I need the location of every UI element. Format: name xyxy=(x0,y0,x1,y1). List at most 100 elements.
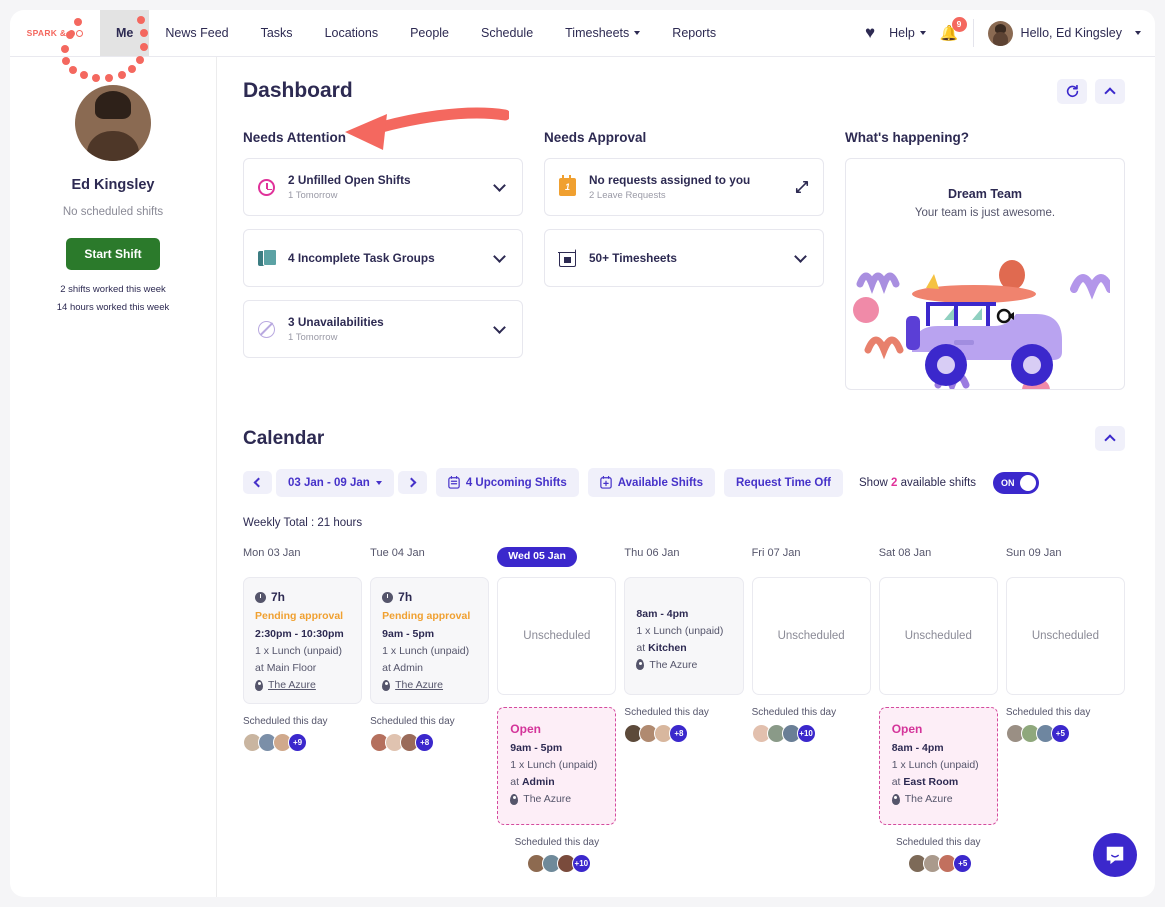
scheduled-this-day: Scheduled this day +10 xyxy=(752,707,871,743)
chevron-down-icon[interactable] xyxy=(493,250,506,263)
shift-area: at Main Floor xyxy=(255,662,350,674)
chat-widget-button[interactable] xyxy=(1093,833,1137,877)
nav-item-me[interactable]: Me xyxy=(100,10,149,56)
app-logo[interactable]: SPARK & xyxy=(10,10,100,56)
dashboard-header-buttons xyxy=(1057,79,1125,104)
scheduled-label: Scheduled this day xyxy=(1006,707,1125,718)
nav-item-tasks[interactable]: Tasks xyxy=(245,10,309,56)
area-name: East Room xyxy=(903,776,958,788)
notifications-button[interactable]: 🔔 9 xyxy=(940,24,959,43)
available-shifts-button[interactable]: Available Shifts xyxy=(588,468,715,497)
avatar-overflow-count[interactable]: +8 xyxy=(415,733,434,752)
help-menu[interactable]: Help xyxy=(889,26,926,40)
day-label: Sun 09 Jan xyxy=(1006,547,1125,567)
expand-icon[interactable] xyxy=(795,180,809,194)
chevron-down-icon xyxy=(1135,31,1141,35)
calendar-orange-icon xyxy=(559,178,589,196)
needs-attention-column: Needs Attention 2 Unfilled Open Shifts 1… xyxy=(243,130,523,390)
available-shifts-label: Available Shifts xyxy=(618,477,703,489)
shift-card-unscheduled[interactable]: Unscheduled xyxy=(752,577,871,695)
top-navigation-bar: SPARK & Me News Feed Tasks Locations Peo… xyxy=(10,10,1155,57)
nav-item-locations[interactable]: Locations xyxy=(309,10,395,56)
nav-label: People xyxy=(410,26,449,40)
chevron-down-icon[interactable] xyxy=(794,250,807,263)
scheduled-this-day: Scheduled this day +10 xyxy=(497,837,616,873)
previous-week-button[interactable] xyxy=(243,471,272,494)
shift-card[interactable]: 8am - 4pm 1 x Lunch (unpaid) at Kitchen … xyxy=(624,577,743,695)
date-range-selector[interactable]: 03 Jan - 09 Jan xyxy=(276,469,394,497)
user-menu[interactable]: Hello, Ed Kingsley xyxy=(988,21,1141,46)
chevron-down-icon[interactable] xyxy=(493,321,506,334)
shift-location[interactable]: The Azure xyxy=(382,679,477,691)
calendar-day-tue: Tue 04 Jan 7h Pending approval 9am - 5pm… xyxy=(370,547,489,873)
calendar-title: Calendar xyxy=(243,428,324,450)
card-leave-requests[interactable]: No requests assigned to you 2 Leave Requ… xyxy=(544,158,824,216)
shift-card-unscheduled[interactable]: Unscheduled xyxy=(879,577,998,695)
day-label: Tue 04 Jan xyxy=(370,547,489,567)
open-shift-area: at Admin xyxy=(510,776,603,788)
nav-item-people[interactable]: People xyxy=(394,10,465,56)
open-shift-card[interactable]: Open 8am - 4pm 1 x Lunch (unpaid) at Eas… xyxy=(879,707,998,825)
upcoming-shifts-label: 4 Upcoming Shifts xyxy=(466,477,567,489)
shift-card-unscheduled[interactable]: Unscheduled xyxy=(497,577,616,695)
shift-area: at Admin xyxy=(382,662,477,674)
unscheduled-label: Unscheduled xyxy=(905,630,972,642)
chevron-down-icon xyxy=(376,481,382,485)
nav-item-timesheets[interactable]: Timesheets xyxy=(549,10,656,56)
shift-card[interactable]: 7h Pending approval 2:30pm - 10:30pm 1 x… xyxy=(243,577,362,704)
shift-card[interactable]: 7h Pending approval 9am - 5pm 1 x Lunch … xyxy=(370,577,489,704)
shift-location[interactable]: The Azure xyxy=(255,679,350,691)
shift-card-unscheduled[interactable]: Unscheduled xyxy=(1006,577,1125,695)
request-time-off-button[interactable]: Request Time Off xyxy=(724,469,843,497)
card-timesheets[interactable]: 50+ Timesheets xyxy=(544,229,824,287)
shift-break: 1 x Lunch (unpaid) xyxy=(255,645,350,657)
location-name: The Azure xyxy=(905,793,953,805)
avatar-overflow-count[interactable]: +10 xyxy=(797,724,816,743)
avatar-overflow-count[interactable]: +8 xyxy=(669,724,688,743)
next-week-button[interactable] xyxy=(398,471,427,494)
avatar-overflow-count[interactable]: +5 xyxy=(1051,724,1070,743)
heart-icon[interactable]: ♥ xyxy=(865,23,875,43)
open-shift-card[interactable]: Open 9am - 5pm 1 x Lunch (unpaid) at Adm… xyxy=(497,707,616,825)
area-name: Kitchen xyxy=(648,642,687,654)
show-suffix: available shifts xyxy=(901,477,976,489)
scheduled-this-day: Scheduled this day +8 xyxy=(370,716,489,752)
location-name: The Azure xyxy=(523,793,571,805)
scheduled-label: Scheduled this day xyxy=(497,837,616,848)
happening-card-title: Dream Team xyxy=(846,187,1124,201)
card-unfilled-open-shifts[interactable]: 2 Unfilled Open Shifts 1 Tomorrow xyxy=(243,158,523,216)
nav-item-reports[interactable]: Reports xyxy=(656,10,732,56)
shift-time: 2:30pm - 10:30pm xyxy=(255,628,350,640)
day-label: Thu 06 Jan xyxy=(624,547,743,567)
nav-items: Me News Feed Tasks Locations People Sche… xyxy=(100,10,732,56)
card-incomplete-task-groups[interactable]: 4 Incomplete Task Groups xyxy=(243,229,523,287)
upcoming-shifts-button[interactable]: 4 Upcoming Shifts xyxy=(436,468,579,497)
avatar-overflow-count[interactable]: +5 xyxy=(953,854,972,873)
scheduled-this-day: Scheduled this day +5 xyxy=(879,837,998,873)
collapse-calendar-button[interactable] xyxy=(1095,426,1125,451)
shift-time: 9am - 5pm xyxy=(382,628,477,640)
location-pin-icon xyxy=(510,794,518,805)
user-greeting-label: Hello, Ed Kingsley xyxy=(1021,26,1122,40)
whats-happening-card[interactable]: Dream Team Your team is just awesome. xyxy=(845,158,1125,390)
avatar-overflow-count[interactable]: +10 xyxy=(572,854,591,873)
start-shift-button[interactable]: Start Shift xyxy=(66,238,159,270)
day-label-today: Wed 05 Jan xyxy=(497,547,616,567)
location-pin-icon xyxy=(382,680,390,691)
shift-status: Pending approval xyxy=(382,610,477,622)
show-available-shifts-toggle[interactable]: ON xyxy=(993,472,1039,494)
chevron-down-icon[interactable] xyxy=(493,179,506,192)
chevron-down-icon xyxy=(920,31,926,35)
nav-item-schedule[interactable]: Schedule xyxy=(465,10,549,56)
card-text: 50+ Timesheets xyxy=(589,251,796,265)
scheduled-label: Scheduled this day xyxy=(624,707,743,718)
refresh-button[interactable] xyxy=(1057,79,1087,104)
whats-happening-title: What's happening? xyxy=(845,130,1125,145)
nav-item-news-feed[interactable]: News Feed xyxy=(149,10,244,56)
avatar-overflow-count[interactable]: +9 xyxy=(288,733,307,752)
unscheduled-label: Unscheduled xyxy=(778,630,845,642)
unscheduled-label: Unscheduled xyxy=(1032,630,1099,642)
card-unavailabilities[interactable]: 3 Unavailabilities 1 Tomorrow xyxy=(243,300,523,358)
collapse-dashboard-button[interactable] xyxy=(1095,79,1125,104)
at-prefix: at xyxy=(510,776,522,788)
